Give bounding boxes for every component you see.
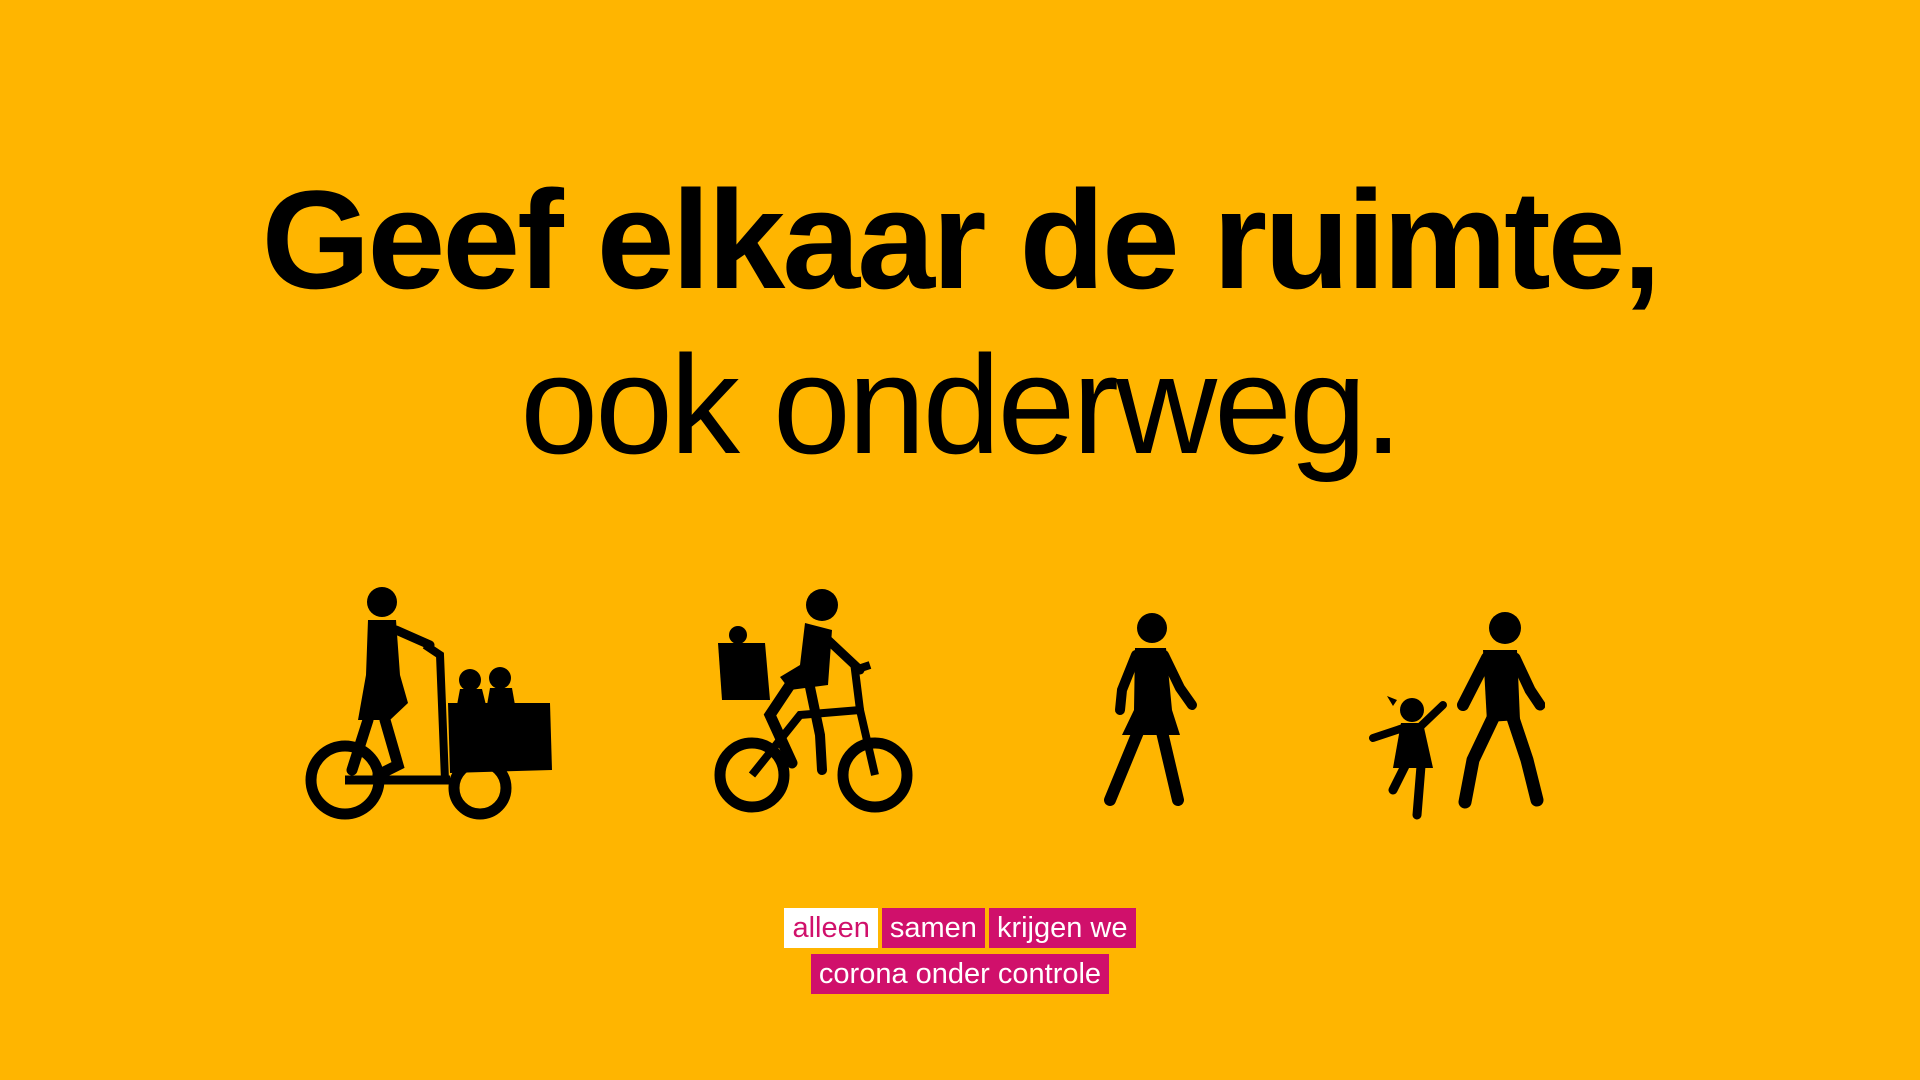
adult-child-walking-icon xyxy=(1365,610,1545,840)
campaign-row-1: alleen samen krijgen we xyxy=(784,908,1136,948)
campaign-word-alleen: alleen xyxy=(784,908,878,948)
traffic-icons xyxy=(0,560,1920,860)
pedestrian-icon xyxy=(1100,610,1200,810)
campaign-word-krijgen-we: krijgen we xyxy=(988,908,1136,948)
campaign-row-2: corona onder controle xyxy=(810,954,1110,994)
campaign-line-2: corona onder controle xyxy=(810,954,1110,994)
headline-line-1: Geef elkaar de ruimte, xyxy=(261,161,1662,318)
campaign-word-samen: samen xyxy=(881,908,985,948)
cargo-bike-icon xyxy=(300,575,560,825)
bicycle-child-seat-icon xyxy=(710,585,930,825)
headline: Geef elkaar de ruimte, ook onderweg. xyxy=(0,160,1920,490)
campaign-logo: alleen samen krijgen we corona onder con… xyxy=(0,908,1920,994)
headline-line-2: ook onderweg. xyxy=(520,326,1402,483)
